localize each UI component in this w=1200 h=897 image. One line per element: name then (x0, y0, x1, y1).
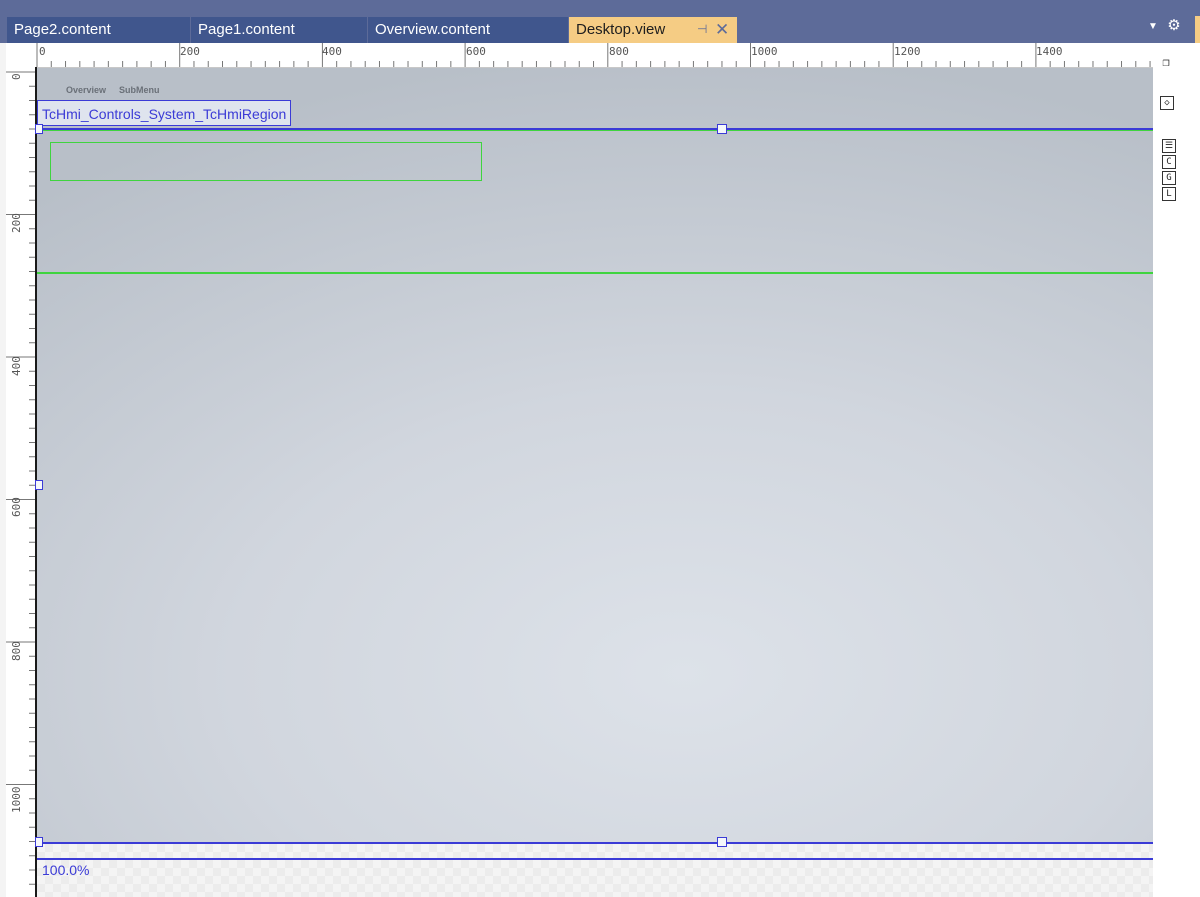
design-canvas[interactable] (37, 68, 1153, 844)
control-placeholder-box[interactable] (50, 142, 482, 181)
resize-handle-top[interactable] (717, 124, 727, 134)
resize-handle-bottom[interactable] (717, 837, 727, 847)
menu-item-overview[interactable]: Overview (66, 85, 106, 95)
chevron-down-icon[interactable]: ▼ (1147, 19, 1159, 35)
horizontal-ruler-ticks (36, 43, 1151, 67)
pin-icon[interactable]: ⊣ (697, 17, 707, 42)
selection-bottom-edge (37, 842, 1153, 844)
tab-label: Page1.content (198, 21, 295, 38)
ruler-corner (6, 43, 35, 67)
zoom-level[interactable]: 100.0% (42, 862, 89, 878)
ruler-label: 0 (39, 45, 46, 58)
ruler-label: 1000 (751, 45, 778, 58)
tab-label: Overview.content (375, 21, 491, 38)
ruler-label: 800 (609, 45, 629, 58)
designer-side-toolbar: ❐ ◇ ☰ C G L (1153, 43, 1200, 897)
ruler-label: 1200 (894, 45, 921, 58)
resize-handle-top-left[interactable] (35, 124, 43, 134)
ruler-label: 800 (10, 641, 23, 661)
ruler-label: 400 (322, 45, 342, 58)
properties-icon[interactable]: ☰ (1162, 139, 1176, 153)
gear-icon[interactable]: ⚙ (1165, 16, 1183, 36)
tab-desktop-view[interactable]: Desktop.view ⊣ ✕ (569, 17, 737, 43)
guide-line (37, 272, 1153, 274)
ruler-label: 600 (10, 497, 23, 517)
tab-page2-content[interactable]: Page2.content (7, 17, 190, 43)
document-tab-strip: Page2.content Page1.content Overview.con… (0, 0, 1200, 43)
ruler-label: 400 (10, 356, 23, 376)
region-control-label[interactable]: TcHmi_Controls_System_TcHmiRegion (37, 100, 292, 126)
resize-handle-left[interactable] (35, 480, 43, 490)
tab-label: Page2.content (14, 21, 111, 38)
tool-c-icon[interactable]: C (1162, 155, 1176, 169)
tool-g-icon[interactable]: G (1162, 171, 1176, 185)
vertical-ruler-ticks (6, 71, 35, 885)
resize-handle-bottom-left[interactable] (35, 837, 43, 847)
window-layout-icon[interactable]: ❐ (1160, 56, 1172, 68)
ruler-label: 0 (10, 73, 23, 80)
guide-line (37, 130, 1153, 131)
ruler-label: 1400 (1036, 45, 1063, 58)
tab-overflow-accent (1195, 16, 1200, 43)
ruler-label: 200 (10, 213, 23, 233)
page-bottom-edge (37, 858, 1153, 860)
ruler-label: 600 (466, 45, 486, 58)
tab-page1-content[interactable]: Page1.content (191, 17, 367, 43)
close-icon[interactable]: ✕ (715, 17, 729, 42)
menu-item-submenu[interactable]: SubMenu (119, 85, 160, 95)
canvas-overflow-area (37, 844, 1153, 897)
tool-l-icon[interactable]: L (1162, 187, 1176, 201)
tab-label: Desktop.view (576, 21, 666, 38)
horizontal-ruler: 0 200 400 600 800 1000 1200 1400 (35, 43, 1153, 68)
vertical-ruler: 0 200 400 600 800 1000 (6, 67, 35, 897)
ruler-label: 200 (180, 45, 200, 58)
source-view-icon[interactable]: ◇ (1160, 96, 1174, 110)
tab-overview-content[interactable]: Overview.content (368, 17, 568, 43)
ruler-label: 1000 (10, 786, 23, 814)
